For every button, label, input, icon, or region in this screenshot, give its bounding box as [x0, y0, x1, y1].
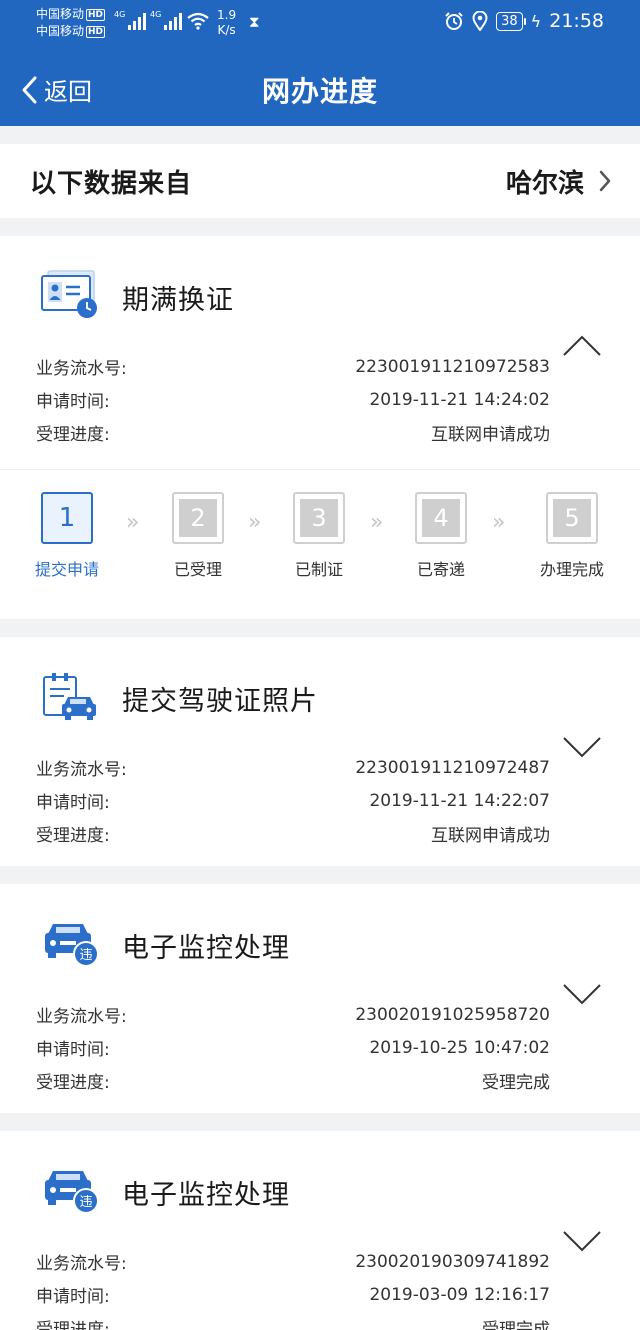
step-arrow-icon: » [492, 510, 506, 535]
chevron-down-icon[interactable] [562, 982, 602, 1006]
step-label: 已寄递 [416, 560, 465, 579]
progress-value: 互联网申请成功 [431, 826, 550, 846]
step-label: 已受理 [173, 560, 222, 579]
clock: 21:58 [549, 10, 604, 32]
svg-text:违: 违 [79, 1195, 92, 1210]
hd-badge: HD [86, 9, 106, 21]
time-label: 申请时间: [36, 1040, 110, 1060]
network-speed: 1.9 K/s [217, 8, 237, 37]
wifi-icon [187, 12, 209, 30]
serial-value: 230020190309741892 [355, 1251, 550, 1272]
serial-label: 业务流水号: [36, 359, 127, 379]
svg-text:违: 违 [79, 948, 92, 963]
signal-icon: 4G [114, 10, 147, 30]
card-title: 期满换证 [122, 285, 234, 316]
step-3: 3 已制证 [274, 492, 364, 580]
step-4: 4 已寄递 [396, 492, 486, 580]
signal-icon: 4G [150, 10, 183, 30]
serial-value: 223001911210972487 [355, 757, 550, 778]
time-value: 2019-03-09 12:16:17 [369, 1284, 550, 1305]
hd-badge: HD [86, 26, 106, 38]
carrier-info: 中国移动 HD 中国移动 HD [36, 6, 106, 40]
navigation-bar: 返回 网办进度 [0, 46, 640, 126]
chevron-right-icon [599, 170, 611, 192]
alarm-icon [445, 12, 463, 30]
chevron-down-icon[interactable] [562, 735, 602, 759]
serial-label: 业务流水号: [36, 1007, 127, 1027]
progress-value: 互联网申请成功 [431, 425, 550, 445]
progress-label: 受理进度: [36, 1320, 110, 1330]
step-number: 2 [179, 499, 217, 537]
chevron-down-icon[interactable] [562, 1229, 602, 1253]
id-card-icon [41, 270, 97, 318]
serial-label: 业务流水号: [36, 1254, 127, 1274]
step-label: 办理完成 [539, 560, 604, 579]
time-label: 申请时间: [36, 793, 110, 813]
app-header: 中国移动 HD 中国移动 HD 4G 4G 1.9 K/s ⧗ 38 ϟ 21:… [0, 0, 640, 126]
step-number: 4 [422, 499, 460, 537]
page-title: 网办进度 [261, 75, 378, 108]
progress-value: 受理完成 [482, 1073, 550, 1093]
serial-value: 223001911210972583 [355, 356, 550, 377]
application-card[interactable]: 违 电子监控处理 业务流水号: 230020191025958720 申请时间: 2… [0, 884, 640, 1113]
step-number: 3 [300, 499, 338, 537]
hourglass-icon: ⧗ [249, 13, 260, 31]
progress-label: 受理进度: [36, 826, 110, 846]
application-card[interactable]: 违 电子监控处理 业务流水号: 230020190309741892 申请时间: 2… [0, 1131, 640, 1330]
step-2: 2 已受理 [153, 492, 243, 580]
city-selector[interactable]: 哈尔滨 [506, 163, 612, 200]
step-arrow-icon: » [248, 510, 262, 535]
progress-value: 受理完成 [482, 1320, 550, 1330]
step-number: 1 [58, 503, 76, 533]
battery-indicator: 38 [496, 11, 526, 31]
card-title: 提交驾驶证照片 [122, 686, 318, 717]
data-source-selector[interactable]: 以下数据来自 哈尔滨 [0, 144, 640, 218]
progress-steps: 1 提交申请 » 2 已受理 » 3 已制证 » 4 已寄递 » 5 办理完成 [0, 469, 640, 619]
status-bar: 中国移动 HD 中国移动 HD 4G 4G 1.9 K/s ⧗ 38 ϟ 21:… [0, 0, 640, 46]
carrier-1: 中国移动 [36, 7, 85, 21]
data-source-label: 以下数据来自 [30, 168, 193, 199]
time-value: 2019-10-25 10:47:02 [369, 1037, 550, 1058]
card-title: 电子监控处理 [122, 933, 290, 964]
charging-icon: ϟ [530, 11, 542, 31]
application-card[interactable]: 期满换证 业务流水号: 223001911210972583 申请时间: 2019-… [0, 236, 640, 619]
step-5: 5 办理完成 [527, 492, 617, 580]
step-number: 5 [553, 499, 591, 537]
step-label: 已制证 [294, 560, 343, 579]
progress-label: 受理进度: [36, 425, 110, 445]
time-value: 2019-11-21 14:22:07 [369, 790, 550, 811]
carrier-2: 中国移动 [36, 24, 85, 38]
time-value: 2019-11-21 14:24:02 [369, 389, 550, 410]
city-name: 哈尔滨 [505, 168, 584, 199]
step-arrow-icon: » [126, 510, 140, 535]
location-icon [472, 11, 488, 31]
step-1: 1 提交申请 [22, 492, 112, 580]
serial-value: 230020191025958720 [355, 1004, 550, 1025]
step-label: 提交申请 [34, 560, 99, 579]
card-title: 电子监控处理 [122, 1180, 290, 1211]
step-arrow-icon: » [370, 510, 384, 535]
progress-label: 受理进度: [36, 1073, 110, 1093]
time-label: 申请时间: [36, 392, 110, 412]
time-label: 申请时间: [36, 1287, 110, 1307]
chevron-up-icon[interactable] [562, 334, 602, 358]
serial-label: 业务流水号: [36, 760, 127, 780]
application-card[interactable]: 提交驾驶证照片 业务流水号: 223001911210972487 申请时间: 20… [0, 637, 640, 866]
document-car-icon [43, 673, 96, 720]
car-violation-icon: 违 [45, 1171, 99, 1214]
car-violation-icon: 违 [45, 924, 99, 967]
